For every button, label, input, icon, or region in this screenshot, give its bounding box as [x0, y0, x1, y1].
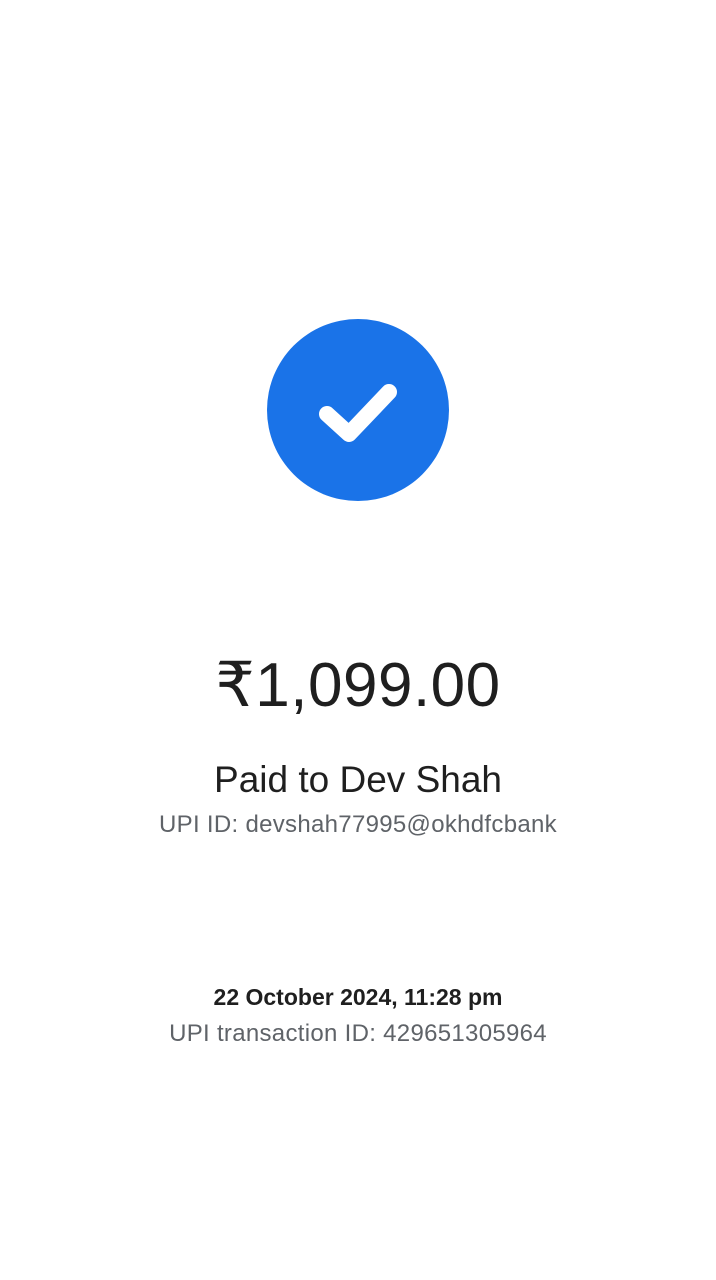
transaction-datetime: 22 October 2024, 11:28 pm: [213, 984, 503, 1010]
payee-name: Paid to Dev Shah: [214, 759, 502, 800]
transaction-id-value: 429651305964: [383, 1020, 547, 1047]
payment-amount: ₹1,099.00: [215, 651, 501, 720]
transaction-id-label: UPI transaction ID:: [169, 1020, 377, 1047]
payment-success-screen: ₹1,099.00 Paid to Dev Shah UPI ID: devsh…: [0, 0, 716, 1280]
success-check-icon: [267, 319, 449, 501]
transaction-id: UPI transaction ID: 429651305964: [0, 1018, 716, 1050]
upi-id-label: UPI ID:: [159, 811, 239, 838]
payee-upi-id: UPI ID: devshah77995@okhdfcbank: [0, 809, 716, 841]
upi-id-value: devshah77995@okhdfcbank: [245, 811, 557, 838]
